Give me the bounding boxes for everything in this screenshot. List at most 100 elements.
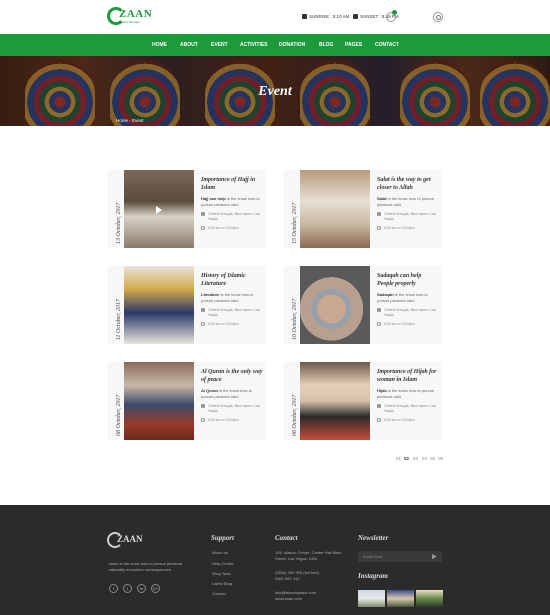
event-image-literature[interactable] [124,266,194,344]
newsletter-email-input[interactable]: Email here [358,551,442,562]
sunrise-icon [302,14,307,19]
event-excerpt: Hajj can help is the know how to pursue … [201,196,260,207]
top-header: ZAAN Islamic Mosque SUNRISE : 5:10 AM SU… [0,0,550,34]
event-image-salat[interactable] [300,170,370,248]
location-icon [201,404,205,408]
footer-about: Islam is the know how to pursue pleasure… [109,561,183,572]
nav-about[interactable]: ABOUT [180,42,198,48]
event-date: 06 October, 2017 [292,394,298,437]
event-venue: Central Mosque, New haven, Las Vegas [377,308,439,317]
footer-link-about[interactable]: About us [212,550,228,555]
instagram-heading: Instagram [358,572,388,580]
location-icon [377,212,381,216]
event-title[interactable]: Importance of Hajj in Islam [201,176,263,192]
event-date: 08 October, 2017 [116,394,122,437]
event-excerpt: Sadaqah is the know how to pursue pleasu… [377,292,428,303]
location-icon [377,308,381,312]
event-time: 8:00 am to 12:00pm [201,322,263,326]
footer-link-blog[interactable]: Latest Blog [212,581,232,586]
page-link[interactable]: 01 [396,456,401,461]
cart-badge [392,10,397,15]
footer-link-shop[interactable]: Shop Now [212,571,230,576]
sunset-icon [353,14,358,19]
footer-email[interactable]: info@islamicplace.com [275,590,316,595]
location-icon [201,308,205,312]
logo-text: ZAAN [119,8,153,20]
footer-phone-alt: 0302 587 412 [275,576,300,581]
search-icon[interactable] [433,12,443,22]
clock-icon [377,322,381,326]
event-card[interactable]: 13 October, 2017 Importance of Hajj in I… [108,170,266,248]
event-time: 8:00 am to 12:00pm [377,226,439,230]
nav-activities[interactable]: ACTIVITIES [240,42,268,48]
event-card[interactable]: 10 October, 2017 Sadaqah can help People… [284,266,442,344]
clock-icon [201,322,205,326]
event-time: 8:00 am to 12:00pm [377,418,439,422]
instagram-thumbnail[interactable] [416,590,443,607]
sunrise-time: SUNRISE : 5:10 AM [302,14,349,19]
footer-website[interactable]: www.zaan.com [275,596,302,601]
event-venue: Central Mosque, New haven, Las Vegas [201,404,263,413]
event-venue: Central Mosque, New haven, Las Vegas [377,404,439,413]
event-excerpt: Literature is the know how to pursue ple… [201,292,254,303]
event-image-hijab[interactable] [300,362,370,440]
page-banner: Event [0,56,550,126]
linkedin-icon[interactable]: in [137,584,146,593]
logo-tagline: Islamic Mosque [119,20,140,24]
event-card[interactable]: 11 October, 2017 History of Islamic Lite… [108,266,266,344]
event-date: 15 October, 2017 [292,202,298,245]
play-icon[interactable] [156,206,162,214]
site-logo[interactable]: ZAAN Islamic Mosque [107,7,152,27]
page-link[interactable]: 04 [422,456,427,461]
contact-heading: Contact [275,534,298,542]
nav-contact[interactable]: CONTACT [375,42,399,48]
event-card[interactable]: 15 October, 2017 Salat is the way to get… [284,170,442,248]
sunrise-label: SUNRISE : 5:10 AM [309,14,350,19]
event-title[interactable]: History of Islamic Literature [201,272,263,288]
page-link[interactable]: 06 [438,456,443,461]
event-card[interactable]: 08 October, 2017 Al Quran is the only wa… [108,362,266,440]
page-link[interactable]: 05 [430,456,435,461]
nav-donation[interactable]: DONATION [279,42,305,48]
event-card[interactable]: 06 October, 2017 Importance of Hijab for… [284,362,442,440]
footer-phone: (0554) 300 900 (toll free) [275,570,320,575]
page-title: Event [258,84,292,99]
newsletter-placeholder: Email here [363,554,383,559]
location-icon [377,404,381,408]
footer-link-contact[interactable]: Contact [212,591,226,596]
nav-event[interactable]: EVENT [211,42,228,48]
event-title[interactable]: Sadaqah can help People properly [377,272,439,288]
newsletter-heading: Newsletter [358,534,389,542]
footer-logo-text[interactable]: ZAAN [117,534,143,544]
send-icon[interactable] [432,554,437,559]
event-time: 8:00 am to 12:00pm [201,418,263,422]
event-excerpt: Salat is the know how to pursue pleasure… [377,196,434,207]
twitter-icon[interactable]: t [123,584,132,593]
nav-home[interactable]: HOME [152,42,167,48]
clock-icon [201,418,205,422]
breadcrumb[interactable]: Home - Event [116,118,144,123]
page-link[interactable]: 03 [413,456,418,461]
instagram-thumbnail[interactable] [387,590,414,607]
event-excerpt: Al Quran is the know how to pursue pleas… [201,388,252,399]
event-venue: Central Mosque, New haven, Las Vegas [377,212,439,221]
event-date: 10 October, 2017 [292,298,298,341]
nav-blog[interactable]: BLOG [319,42,333,48]
event-image-sadaqah[interactable] [300,266,370,344]
event-image-quran[interactable] [124,362,194,440]
instagram-thumbnail[interactable] [358,590,385,607]
main-nav: HOME ABOUT EVENT ACTIVITIES DONATION BLO… [0,34,550,56]
event-title[interactable]: Salat is the way to get closer to Allah [377,176,439,192]
page-link-active[interactable]: 02 [404,456,409,461]
nav-pages[interactable]: PAGES [345,42,362,48]
footer-link-help[interactable]: Help Centre [212,561,233,566]
event-title[interactable]: Importance of Hijab for woman in Islam [377,368,439,384]
event-venue: Central Mosque, New haven, Las Vegas [201,308,263,317]
clock-icon [377,418,381,422]
footer-address: 159, Islamic Centre, Center Hall Main St… [275,550,342,561]
clock-icon [377,226,381,230]
facebook-icon[interactable]: f [109,584,118,593]
event-venue: Central Mosque, New haven, Las Vegas [201,212,263,221]
google-plus-icon[interactable]: G+ [151,584,160,593]
event-title[interactable]: Al Quran is the only way of peace [201,368,263,384]
